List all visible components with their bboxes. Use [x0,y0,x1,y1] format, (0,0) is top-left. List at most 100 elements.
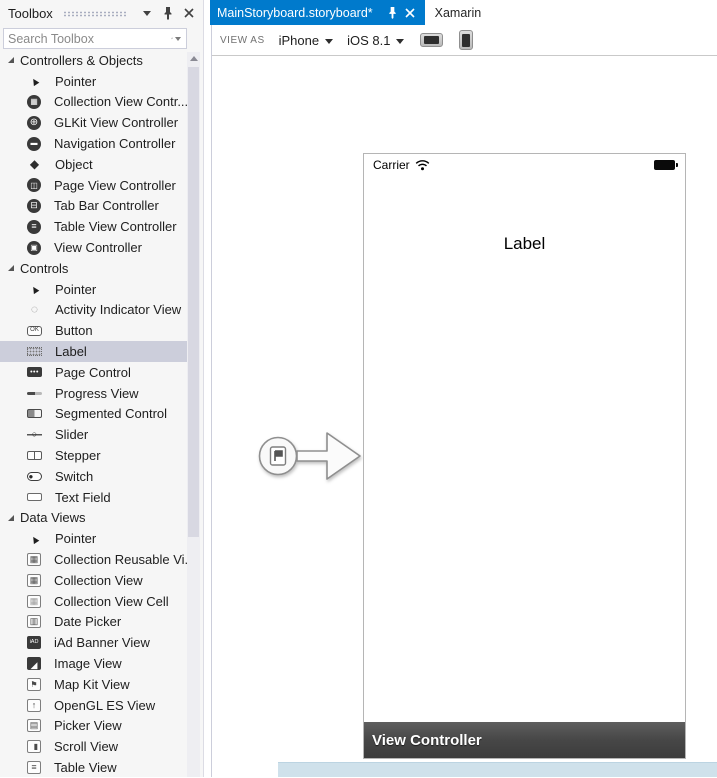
toolbox-item-scroll-view[interactable]: ▮Scroll View [0,736,188,757]
tab-pin-button[interactable] [386,6,400,20]
progress-view-icon [27,392,42,395]
glkit-view-controller-icon: ⊕ [27,116,41,130]
pointer-icon: ▲ [25,280,45,300]
toolbox-item-picker-view[interactable]: ▤Picker View [0,716,188,737]
search-input[interactable] [4,32,171,46]
segmented-control-icon [27,409,42,418]
scroll-up-arrow-icon[interactable] [190,56,198,61]
toolbox-item-label: Map Kit View [54,677,130,692]
toolbox-item-navigation-controller[interactable]: ▬Navigation Controller [0,133,188,154]
iphone-canvas[interactable]: Carrier Label View Controller [363,153,686,759]
document-tabstrip: MainStoryboard.storyboard* Xamarin [210,0,717,25]
toolbox-item-pointer[interactable]: ▲Pointer [0,528,188,549]
toolbox-item-segmented-control[interactable]: Segmented Control [0,404,188,425]
toolbox-item-label[interactable]: Label [0,341,188,362]
toolbox-item-label: Collection View Cell [54,594,169,609]
toolbox-item-label: Page Control [55,365,131,380]
toolbox-item-text-field[interactable]: Text Field [0,487,188,508]
pointer-icon: ▲ [25,72,45,92]
horizontal-scrollbar[interactable] [278,762,717,777]
toolbox-panel: Toolbox Controllers & Objects▲Poi [0,0,204,777]
toolbox-item-table-view[interactable]: ≡Table View [0,757,188,778]
close-icon [405,8,415,18]
tab-close-button[interactable] [403,6,417,20]
tab-xamarin[interactable]: Xamarin [425,0,492,25]
toolbox-item-progress-view[interactable]: Progress View [0,383,188,404]
search-icon[interactable] [171,32,173,45]
toolbox-item-activity-indicator-view[interactable]: ◌Activity Indicator View [0,300,188,321]
landscape-orientation-button[interactable] [420,33,443,47]
toolbox-item-stepper[interactable]: Stepper [0,445,188,466]
toolbox-item-map-kit-view[interactable]: ⚑Map Kit View [0,674,188,695]
toolbox-item-label: Collection View Contr... [54,94,188,109]
toolbox-item-label: Progress View [55,386,139,401]
toolbox-item-page-view-controller[interactable]: ◫Page View Controller [0,175,188,196]
toolbox-item-object[interactable]: ◆Object [0,154,188,175]
toolbox-item-pointer[interactable]: ▲Pointer [0,71,188,92]
status-bar: Carrier [364,154,685,176]
section-expanded-icon [8,265,14,271]
search-options-chevron-icon[interactable] [175,37,181,41]
portrait-phone-icon [459,30,473,50]
label-control[interactable]: Label [364,234,685,254]
collection-view-controller-icon: ▦ [27,95,41,109]
toolbox-search-box [3,28,187,49]
toolbox-item-page-control[interactable]: •••Page Control [0,362,188,383]
toolbox-item-iad-banner-view[interactable]: iAD iAd Banner View [0,632,188,653]
toolbox-item-tab-bar-controller[interactable]: ⊟Tab Bar Controller [0,196,188,217]
portrait-orientation-button[interactable] [459,30,473,50]
toolbox-item-label: Picker View [54,718,122,733]
toolbox-item-label: Table View [54,760,117,775]
toolbox-scrollbar[interactable] [187,52,200,777]
toolbox-item-image-view[interactable]: ◢Image View [0,653,188,674]
toolbox-item-opengl-es-view[interactable]: ↑OpenGL ES View [0,695,188,716]
toolbox-item-collection-reusable-vi[interactable]: ▦Collection Reusable Vi... [0,549,188,570]
collection-view-icon: ▦ [27,574,41,587]
tab-mainstoryboard[interactable]: MainStoryboard.storyboard* [210,0,425,25]
close-toolbox-button[interactable] [181,5,197,21]
pin-icon [162,6,174,20]
scrollbar-thumb[interactable] [188,67,199,537]
object-icon: ◆ [27,157,42,171]
toolbox-item-switch[interactable]: ●Switch [0,466,188,487]
toolbox-item-button[interactable]: OKButton [0,320,188,341]
slider-icon: ○ [27,428,42,442]
toolbox-item-label: iAd Banner View [54,635,150,650]
storyboard-entry-point-arrow[interactable] [255,423,365,489]
toolbox-item-view-controller[interactable]: ▣View Controller [0,237,188,258]
os-version-dropdown[interactable]: iOS 8.1 [347,33,404,48]
toolbox-item-pointer[interactable]: ▲Pointer [0,279,188,300]
pin-button[interactable] [160,5,176,21]
toolbox-item-collection-view-contr[interactable]: ▦ Collection View Contr... [0,92,188,113]
toolbox-section-controllers-objects[interactable]: Controllers & Objects [0,50,188,71]
iad-banner-view-icon: iAD [27,636,41,649]
device-dropdown[interactable]: iPhone [279,33,333,48]
toolbox-item-label: View Controller [54,240,142,255]
section-label: Controllers & Objects [20,53,143,68]
toolbox-item-label: Pointer [55,531,96,546]
toolbox-title: Toolbox [8,6,53,21]
chevron-down-icon [396,39,404,44]
stepper-icon [27,451,42,460]
text-field-icon [27,493,42,501]
toolbox-drag-grip[interactable] [63,11,126,17]
toolbox-item-label: GLKit View Controller [54,115,178,130]
view-controller-bar[interactable]: View Controller [364,722,685,758]
visual-studio-window: Toolbox Controllers & Objects▲Poi [0,0,717,777]
toolbox-item-date-picker[interactable]: ▥Date Picker [0,612,188,633]
toolbox-item-slider[interactable]: ○Slider [0,424,188,445]
toolbox-item-label: Collection View [54,573,143,588]
window-position-menu-button[interactable] [139,5,155,21]
tab-label: Xamarin [435,6,482,20]
toolbox-item-glkit-view-controller[interactable]: ⊕ GLKit View Controller [0,112,188,133]
section-label: Data Views [20,510,86,525]
toolbox-item-table-view-controller[interactable]: ≡Table View Controller [0,216,188,237]
toolbox-item-collection-view[interactable]: ▦ Collection View [0,570,188,591]
os-version-dropdown-value: iOS 8.1 [347,33,390,48]
toolbox-section-data-views[interactable]: Data Views [0,508,188,529]
scroll-view-icon: ▮ [27,740,41,753]
section-expanded-icon [8,515,14,521]
switch-icon: ● [27,472,42,481]
toolbox-section-controls[interactable]: Controls [0,258,188,279]
toolbox-item-collection-view-cell[interactable]: ▦Collection View Cell [0,591,188,612]
